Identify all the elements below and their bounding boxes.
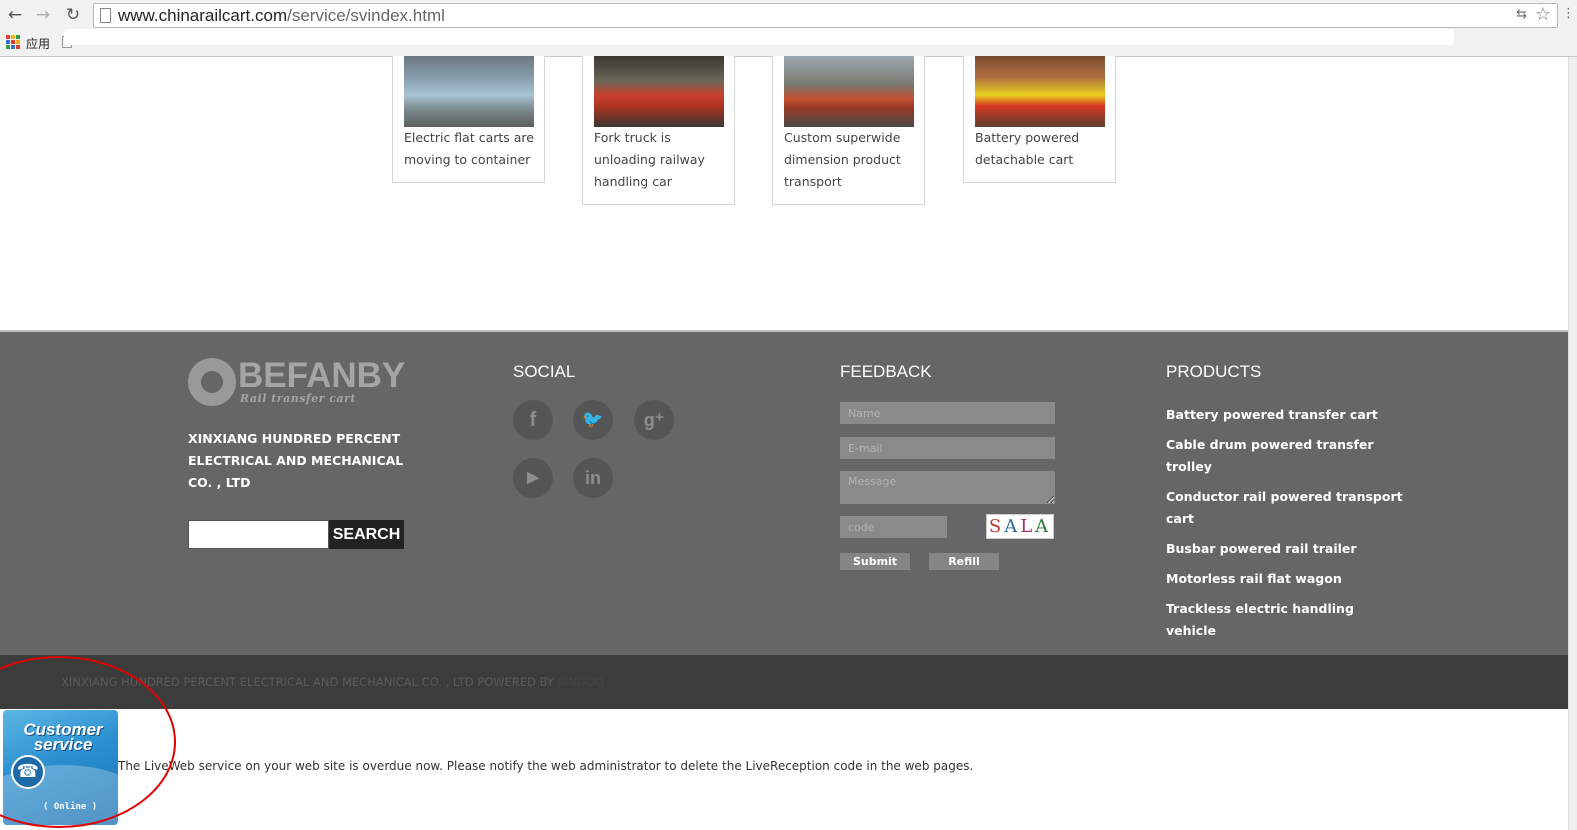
captcha-image[interactable]: SALA (986, 514, 1054, 539)
redacted-bookmarks (64, 29, 1454, 45)
captcha-char: A (1004, 516, 1021, 537)
linkedin-icon[interactable]: in (573, 458, 613, 498)
phone-icon: ☎ (11, 755, 45, 789)
products-list: Battery powered transfer cart Cable drum… (1166, 404, 1406, 680)
befanby-logo[interactable]: BEFANBY Rail transfer cart (188, 356, 408, 410)
online-status: ( Online ) (43, 802, 98, 812)
back-button[interactable]: ← (4, 4, 26, 26)
products-heading: PRODUCTS (1166, 362, 1262, 381)
gallery-caption-4[interactable]: Battery powered detachable cart (975, 127, 1107, 171)
customer-service-badge[interactable]: Customer service ☎ ( Online ) (3, 710, 118, 825)
product-link[interactable]: Trackless electric handling vehicle (1166, 598, 1406, 642)
product-link[interactable]: Motorless rail flat wagon (1166, 568, 1406, 590)
product-link[interactable]: Battery powered transfer cart (1166, 404, 1406, 426)
facebook-icon[interactable]: f (513, 400, 553, 440)
reload-button[interactable]: ↻ (62, 4, 84, 26)
menu-icon[interactable]: ⋮ (1562, 6, 1575, 21)
liveweb-notice: The LiveWeb service on your web site is … (118, 759, 974, 773)
address-bar[interactable]: www.chinarailcart.com/service/svindex.ht… (93, 3, 1558, 28)
search-button[interactable]: SEARCH (329, 520, 404, 549)
product-link[interactable]: Conductor rail powered transport cart (1166, 486, 1406, 530)
gallery-image-3[interactable] (784, 56, 914, 127)
feedback-email-input[interactable] (840, 437, 1055, 459)
browser-chrome: ← → ↻ www.chinarailcart.com/service/svin… (0, 0, 1577, 57)
url-path: /service/svindex.html (287, 6, 445, 25)
copyright-company: XINXIANG HUNDRED PERCENT ELECTRICAL AND … (61, 675, 558, 689)
product-link[interactable]: Cable drum powered transfer trolley (1166, 434, 1406, 478)
captcha-char: A (1035, 516, 1052, 537)
submit-button[interactable]: Submit (840, 553, 910, 570)
translate-icon[interactable]: ⇆ (1516, 7, 1527, 22)
apps-grid-icon[interactable] (6, 35, 20, 49)
google-plus-icon[interactable]: g⁺ (634, 400, 674, 440)
customer-service-title: Customer service (23, 720, 103, 754)
gallery-image-2[interactable] (594, 56, 724, 127)
feedback-heading: FEEDBACK (840, 362, 932, 381)
bookmark-star-icon[interactable]: ☆ (1535, 4, 1551, 25)
captcha-char: S (988, 516, 1005, 537)
forward-button[interactable]: → (32, 4, 54, 26)
gallery-image-4[interactable] (975, 56, 1105, 127)
apps-label[interactable]: 应用 (26, 35, 50, 52)
logo-mark-icon (188, 358, 236, 406)
url-text[interactable]: www.chinarailcart.com/service/svindex.ht… (118, 6, 445, 26)
gallery-caption-3[interactable]: Custom superwide dimension product trans… (784, 127, 916, 193)
singoo-link[interactable]: SINGOO (558, 675, 604, 689)
video-icon[interactable]: ▶ (513, 458, 553, 498)
feedback-name-input[interactable] (840, 402, 1055, 424)
search-input[interactable] (188, 520, 329, 549)
refill-button[interactable]: Refill (929, 553, 999, 570)
captcha-char: L (1020, 516, 1036, 537)
logo-text: BEFANBY (238, 356, 406, 395)
gallery-card-4[interactable]: Battery powered detachable cart (963, 56, 1116, 183)
page-icon (100, 8, 111, 23)
vertical-scrollbar[interactable] (1568, 57, 1577, 830)
copyright-text: XINXIANG HUNDRED PERCENT ELECTRICAL AND … (61, 675, 604, 689)
logo-tagline: Rail transfer cart (240, 392, 356, 405)
gallery-caption-2[interactable]: Fork truck is unloading railway handling… (594, 127, 726, 193)
twitter-icon[interactable]: 🐦 (573, 400, 613, 440)
site-footer: BEFANBY Rail transfer cart XINXIANG HUND… (0, 330, 1568, 668)
social-heading: SOCIAL (513, 362, 576, 381)
url-host: www.chinarailcart.com (118, 6, 288, 25)
feedback-message-input[interactable] (840, 471, 1055, 504)
gallery-card-1[interactable]: Electric flat carts are moving to contai… (392, 56, 545, 183)
gallery-image-1[interactable] (404, 56, 534, 127)
product-link[interactable]: Busbar powered rail trailer (1166, 538, 1406, 560)
feedback-code-input[interactable] (840, 516, 947, 538)
gallery-card-3[interactable]: Custom superwide dimension product trans… (772, 56, 925, 205)
gallery-caption-1[interactable]: Electric flat carts are moving to contai… (404, 127, 536, 171)
company-name: XINXIANG HUNDRED PERCENT ELECTRICAL AND … (188, 431, 404, 490)
copyright-bar: XINXIANG HUNDRED PERCENT ELECTRICAL AND … (0, 655, 1568, 709)
gallery-card-2[interactable]: Fork truck is unloading railway handling… (582, 56, 735, 205)
